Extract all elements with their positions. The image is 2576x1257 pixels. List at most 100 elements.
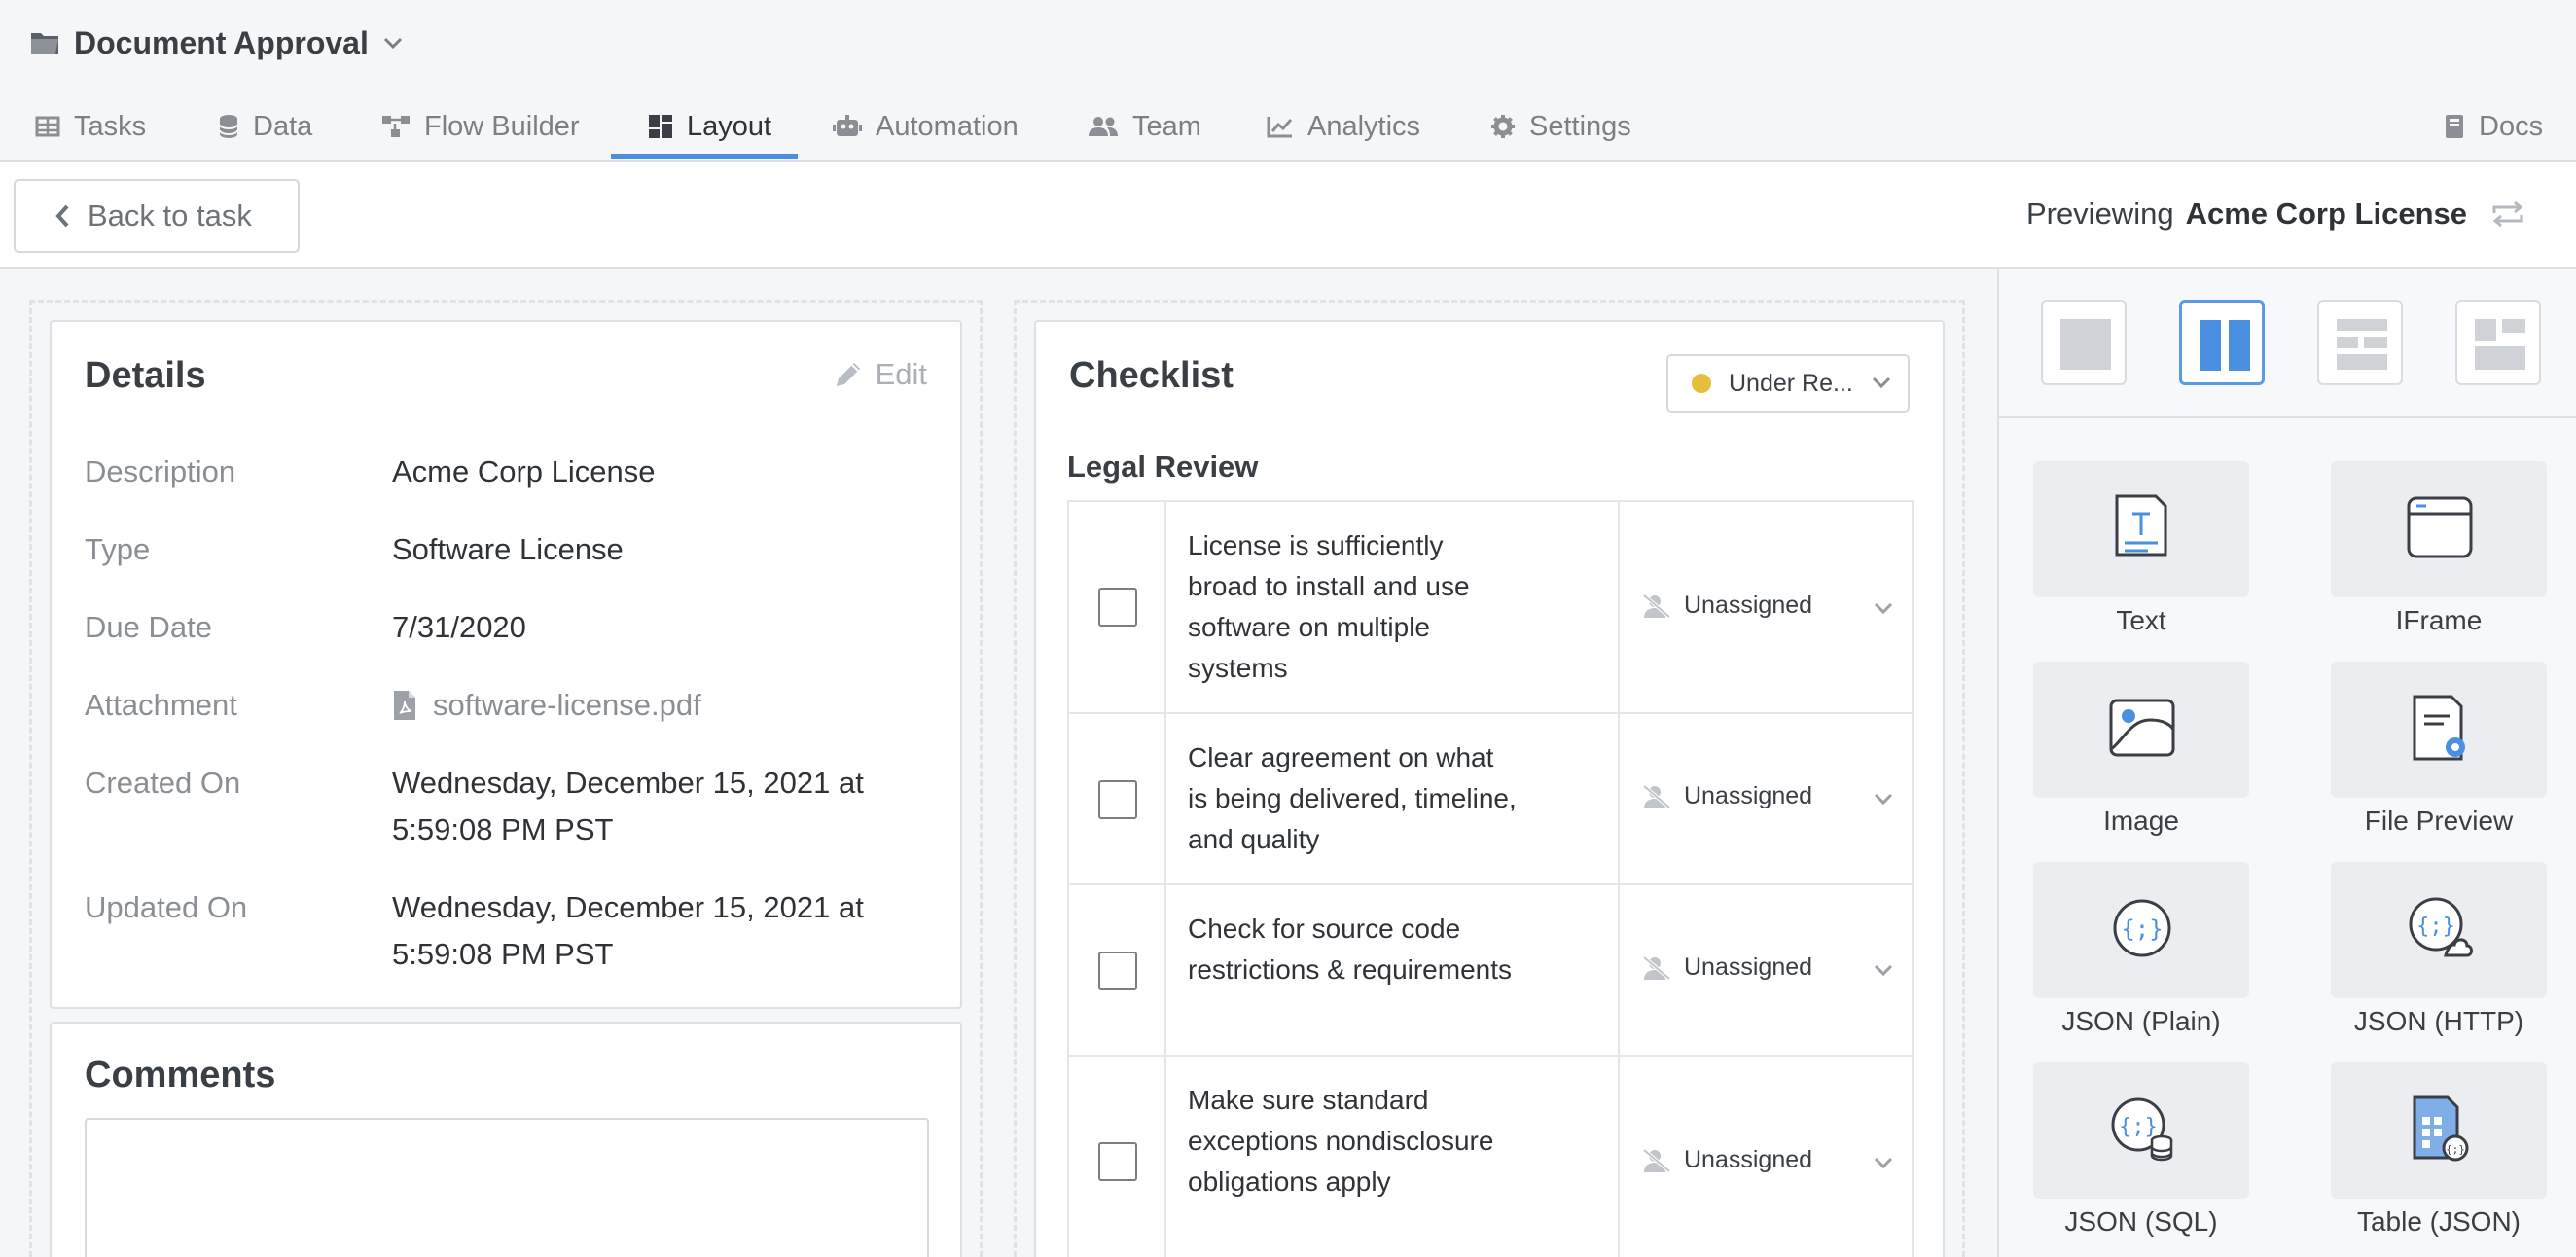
checklist-row: License is sufficiently broad to install…: [1069, 502, 1912, 714]
assignee-label: Unassigned: [1641, 1146, 1812, 1174]
json-icon: {;}: [2113, 899, 2171, 957]
assignee-label: Unassigned: [1641, 782, 1812, 810]
pdf-file-icon: [394, 691, 415, 720]
chevron-down-icon: [1874, 964, 1893, 977]
tab-data[interactable]: Data: [218, 93, 312, 160]
tab-automation[interactable]: Automation: [833, 93, 1019, 160]
table-icon: [35, 116, 60, 137]
flow-icon: [382, 116, 410, 137]
layout-icon: [649, 115, 672, 138]
chevron-down-icon: [1872, 377, 1891, 389]
checklist-item-text: License is sufficiently broad to install…: [1188, 530, 1470, 683]
checklist-title: Checklist: [1069, 355, 1234, 396]
checklist-checkbox[interactable]: [1098, 588, 1137, 627]
detail-row-created-on: Created On Wednesday, December 15, 2021 …: [85, 766, 864, 846]
assignee-dropdown[interactable]: Unassigned: [1618, 714, 1912, 883]
chevron-down-icon: [1874, 602, 1893, 615]
switch-record-icon[interactable]: [2488, 199, 2527, 229]
chevron-left-icon: [55, 204, 69, 228]
attachment-link[interactable]: software-license.pdf: [392, 682, 937, 729]
widget-tile: [2331, 461, 2547, 597]
table-json-icon: {;}: [2413, 1095, 2469, 1162]
widget-sidebar: Text IFrame Image File Preview {;} JSON …: [1997, 269, 2576, 1257]
svg-text:{;}: {;}: [2416, 915, 2455, 939]
folder-icon: [31, 33, 58, 54]
status-value: Under Re...: [1729, 369, 1853, 397]
tab-docs[interactable]: Docs: [2444, 93, 2543, 160]
comment-input[interactable]: [85, 1118, 929, 1257]
pencil-icon: [836, 363, 860, 386]
book-icon: [2446, 115, 2463, 138]
tab-team[interactable]: Team: [1088, 93, 1201, 160]
checklist-item-text: Clear agreement on what is being deliver…: [1188, 742, 1517, 854]
svg-text:{;}: {;}: [2446, 1143, 2465, 1156]
preview-toolbar: Back to task Previewing Acme Corp Licens…: [0, 162, 2576, 269]
comments-title: Comments: [85, 1055, 276, 1095]
details-card: Details Edit Description Acme Corp Licen…: [50, 320, 962, 1009]
tab-flow-builder[interactable]: Flow Builder: [381, 93, 580, 160]
status-dropdown[interactable]: Under Re...: [1666, 354, 1910, 413]
layout-two-column-option[interactable]: [2179, 300, 2265, 385]
app-title-dropdown[interactable]: Document Approval: [29, 23, 404, 62]
tab-layout[interactable]: Layout: [648, 93, 771, 160]
layout-single-column-option[interactable]: [2041, 300, 2127, 385]
status-dot: [1692, 374, 1711, 393]
two-column-layout-icon: [2200, 320, 2250, 371]
chart-icon: [1267, 117, 1293, 138]
widget-tile: {;}: [2331, 862, 2547, 998]
checklist-row: Clear agreement on what is being deliver…: [1069, 714, 1912, 885]
user-slash-icon: [1642, 1147, 1671, 1173]
user-slash-icon: [1642, 783, 1671, 809]
layout-grid-option[interactable]: [2455, 300, 2541, 385]
checklist-table: License is sufficiently broad to install…: [1067, 500, 1914, 1257]
app-title: Document Approval: [74, 24, 369, 60]
main-tabs: Tasks Data Flow Builder Layout Automatio…: [0, 93, 2576, 162]
layout-picker: [1999, 269, 2576, 418]
grid-layout-icon: [2475, 319, 2525, 370]
single-column-layout-icon: [2060, 319, 2111, 370]
checklist-row: Make sure standard exceptions nondisclos…: [1069, 1057, 1912, 1257]
chevron-down-icon: [1874, 793, 1893, 806]
checklist-card: Checklist Under Re... Legal Review Licen…: [1034, 320, 1945, 1257]
widget-tile: {;}: [2033, 862, 2249, 998]
assignee-dropdown[interactable]: Unassigned: [1618, 1057, 1912, 1257]
back-to-task-button[interactable]: Back to task: [14, 179, 300, 253]
widget-tile: {;}: [2331, 1062, 2547, 1199]
robot-icon: [833, 115, 862, 136]
widget-tile: [2033, 662, 2249, 798]
checklist-checkbox[interactable]: [1098, 952, 1137, 990]
tab-analytics[interactable]: Analytics: [1267, 93, 1420, 160]
checklist-checkbox[interactable]: [1098, 1142, 1137, 1181]
gear-icon: [1491, 115, 1515, 138]
comments-card: Comments: [50, 1022, 962, 1257]
file-preview-icon: [2413, 695, 2465, 761]
svg-text:{;}: {;}: [2121, 916, 2163, 943]
user-slash-icon: [1642, 593, 1671, 619]
previewing-label: Previewing Acme Corp License: [2026, 197, 2527, 232]
assignee-label: Unassigned: [1641, 953, 1812, 982]
details-title: Details: [85, 355, 206, 396]
text-doc-icon: [2115, 494, 2167, 557]
json-database-icon: {;}: [2111, 1097, 2173, 1162]
checklist-checkbox[interactable]: [1098, 780, 1137, 819]
assignee-dropdown[interactable]: Unassigned: [1618, 885, 1912, 1055]
rows-layout-icon: [2337, 319, 2387, 370]
users-icon: [1089, 117, 1118, 136]
tab-settings[interactable]: Settings: [1490, 93, 1631, 160]
detail-row-updated-on: Updated On Wednesday, December 15, 2021 …: [85, 890, 864, 971]
checkbox-cell: [1069, 714, 1166, 883]
layout-rows-option[interactable]: [2317, 300, 2403, 385]
tab-tasks[interactable]: Tasks: [35, 93, 146, 160]
checklist-item-text: Check for source code restrictions & req…: [1188, 914, 1513, 985]
browser-window-icon: [2407, 496, 2473, 558]
assignee-label: Unassigned: [1641, 592, 1812, 620]
widget-tile: [2033, 461, 2249, 597]
checkbox-cell: [1069, 885, 1166, 1055]
chevron-down-icon: [1874, 1157, 1893, 1169]
active-tab-indicator: [611, 154, 798, 159]
assignee-dropdown[interactable]: Unassigned: [1618, 502, 1912, 712]
checklist-section-title: Legal Review: [1067, 449, 1259, 484]
edit-details-button[interactable]: Edit: [833, 357, 927, 392]
widget-tile: {;}: [2033, 1062, 2249, 1199]
checklist-row: Check for source code restrictions & req…: [1069, 885, 1912, 1057]
